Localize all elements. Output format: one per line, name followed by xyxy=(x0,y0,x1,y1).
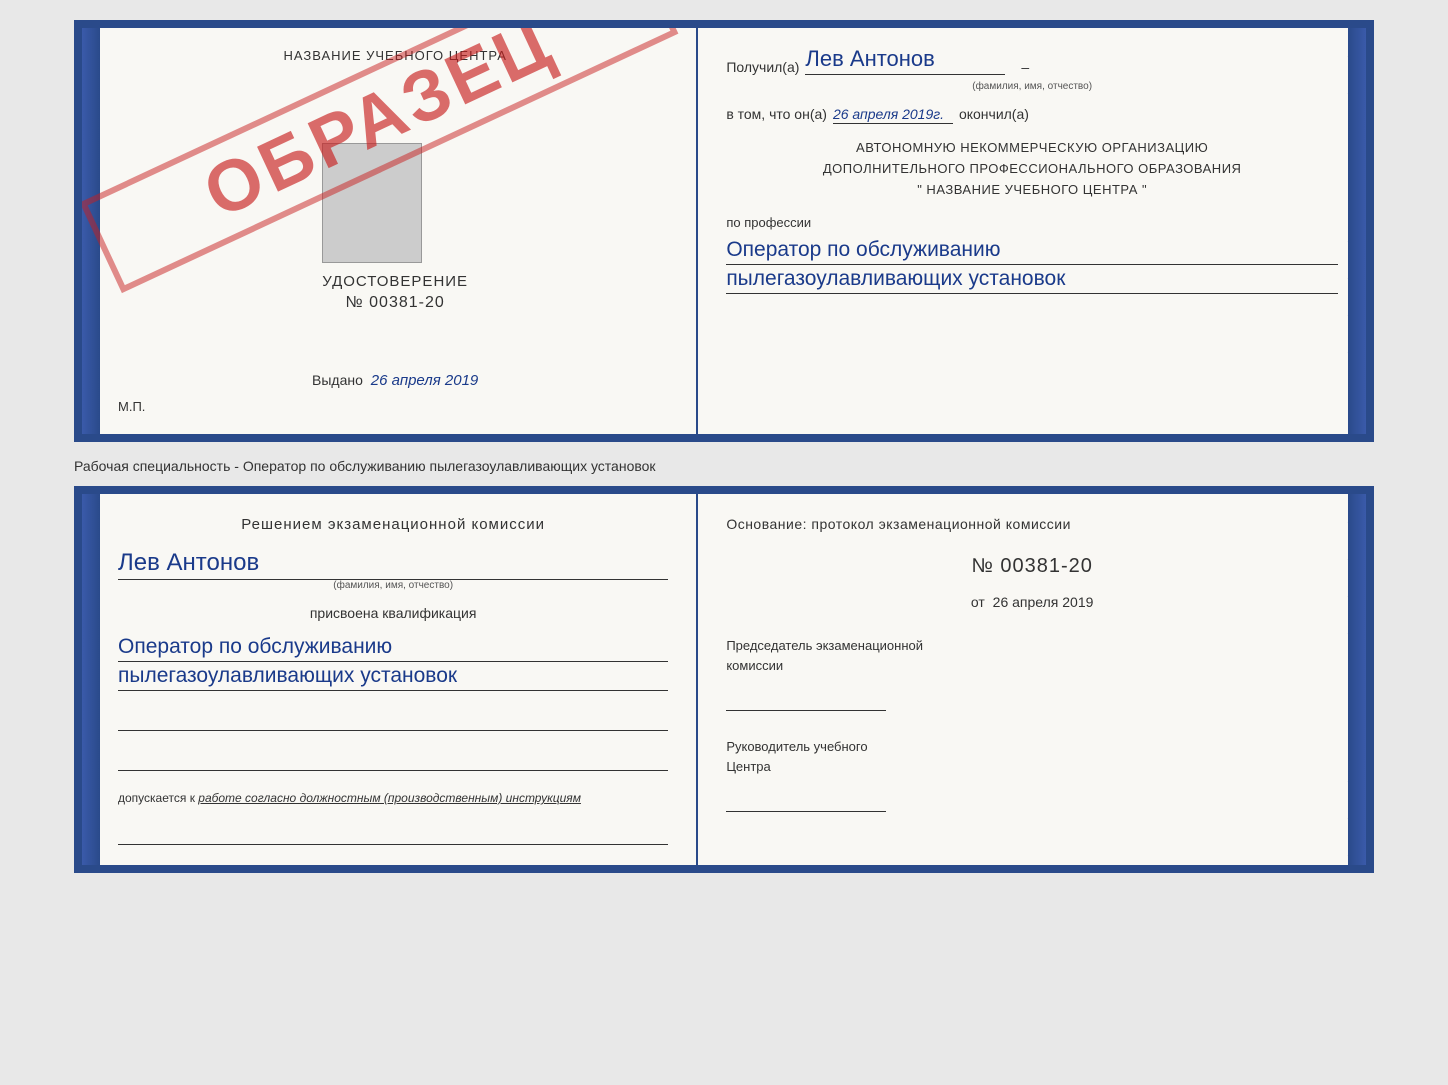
spine-right-top xyxy=(1348,28,1366,434)
rukovoditel-block: Руководитель учебного Центра xyxy=(726,721,1338,812)
ot-date: 26 апреля 2019 xyxy=(993,594,1094,610)
vydano-label: Выдано xyxy=(312,372,363,388)
poluchil-label: Получил(а) xyxy=(726,59,799,75)
fio-subtitle-top: (фамилия, имя, отчество) xyxy=(726,81,1338,92)
dopuskaetsya-block: допускается к работе согласно должностны… xyxy=(118,791,668,805)
profession-line1-top: Оператор по обслуживанию xyxy=(726,238,1338,265)
spine-left-bottom xyxy=(82,494,100,865)
bottom-doc-right: Основание: протокол экзаменационной коми… xyxy=(698,494,1366,865)
top-doc-left: НАЗВАНИЕ УЧЕБНОГО ЦЕНТРА ОБРАЗЕЦ УДОСТОВ… xyxy=(82,28,698,434)
predsedatel-block: Председатель экзаменационной комиссии xyxy=(726,636,1338,711)
spine-right-bottom xyxy=(1348,494,1366,865)
po-professii-label: по профессии xyxy=(726,215,811,230)
predsedatel-label: Председатель экзаменационной комиссии xyxy=(726,636,1338,675)
okonchil-label: окончил(а) xyxy=(959,106,1029,122)
poluchil-row: Получил(а) Лев Антонов – (фамилия, имя, … xyxy=(726,46,1338,92)
predsedatel-sig-line xyxy=(726,683,886,711)
ot-date-block: от 26 апреля 2019 xyxy=(726,594,1338,610)
vtom-label: в том, что он(а) xyxy=(726,106,827,122)
completion-date: 26 апреля 2019г. xyxy=(833,106,953,124)
rukovoditel-label: Руководитель учебного Центра xyxy=(726,737,1338,776)
vydano-date: 26 апреля 2019 xyxy=(371,372,478,389)
mp-label: М.П. xyxy=(118,399,145,414)
profession-line2-top: пылегазоулавливающих установок xyxy=(726,267,1338,294)
protocol-number: № 00381-20 xyxy=(726,555,1338,578)
org-line3: " НАЗВАНИЕ УЧЕБНОГО ЦЕНТРА " xyxy=(726,180,1338,201)
vydano-line: Выдано 26 апреля 2019 xyxy=(312,312,478,389)
dopusk-italic: работе согласно должностным (производств… xyxy=(198,791,581,805)
po-professii-block: по профессии Оператор по обслуживанию пы… xyxy=(726,214,1338,294)
middle-label: Рабочая специальность - Оператор по обсл… xyxy=(74,458,656,474)
dash1: – xyxy=(1021,59,1029,75)
blank-line3 xyxy=(118,821,668,845)
vtom-line: в том, что он(а) 26 апреля 2019г. окончи… xyxy=(726,106,1338,124)
bottom-profession2: пылегазоулавливающих установок xyxy=(118,664,668,691)
bottom-doc-left: Решением экзаменационной комиссии Лев Ан… xyxy=(82,494,698,865)
bottom-profession1: Оператор по обслуживанию xyxy=(118,635,668,662)
bottom-profession-block: Оператор по обслуживанию пылегазоулавлив… xyxy=(118,631,668,691)
blank-line2 xyxy=(118,747,668,771)
org-line1: АВТОНОМНУЮ НЕКОММЕРЧЕСКУЮ ОРГАНИЗАЦИЮ xyxy=(726,138,1338,159)
ot-label: от xyxy=(971,594,985,610)
osnovanie-header: Основание: протокол экзаменационной коми… xyxy=(726,514,1338,535)
prisvoena-label: присвоена квалификация xyxy=(118,605,668,621)
udostoverenie-number: № 00381-20 xyxy=(322,294,468,312)
bottom-document: Решением экзаменационной комиссии Лев Ан… xyxy=(74,486,1374,873)
komissia-header: Решением экзаменационной комиссии xyxy=(118,514,668,535)
top-doc-right: Получил(а) Лев Антонов – (фамилия, имя, … xyxy=(698,28,1366,434)
recipient-name-bottom: Лев Антонов xyxy=(118,549,668,580)
recipient-name-top: Лев Антонов xyxy=(805,46,1005,75)
org-block: АВТОНОМНУЮ НЕКОММЕРЧЕСКУЮ ОРГАНИЗАЦИЮ ДО… xyxy=(726,138,1338,200)
org-line2: ДОПОЛНИТЕЛЬНОГО ПРОФЕССИОНАЛЬНОГО ОБРАЗО… xyxy=(726,159,1338,180)
rukovoditel-sig-line xyxy=(726,784,886,812)
poluchil-line: Получил(а) Лев Антонов – xyxy=(726,46,1338,75)
udostoverenie-label: УДОСТОВЕРЕНИЕ xyxy=(322,273,468,290)
top-document: НАЗВАНИЕ УЧЕБНОГО ЦЕНТРА ОБРАЗЕЦ УДОСТОВ… xyxy=(74,20,1374,442)
dopusk-prefix: допускается к xyxy=(118,791,198,805)
bottom-fio-subtitle: (фамилия, имя, отчество) xyxy=(118,580,668,591)
bottom-name-row: Лев Антонов (фамилия, имя, отчество) xyxy=(118,545,668,591)
blank-line1 xyxy=(118,707,668,731)
certificate-container: НАЗВАНИЕ УЧЕБНОГО ЦЕНТРА ОБРАЗЕЦ УДОСТОВ… xyxy=(74,20,1374,873)
